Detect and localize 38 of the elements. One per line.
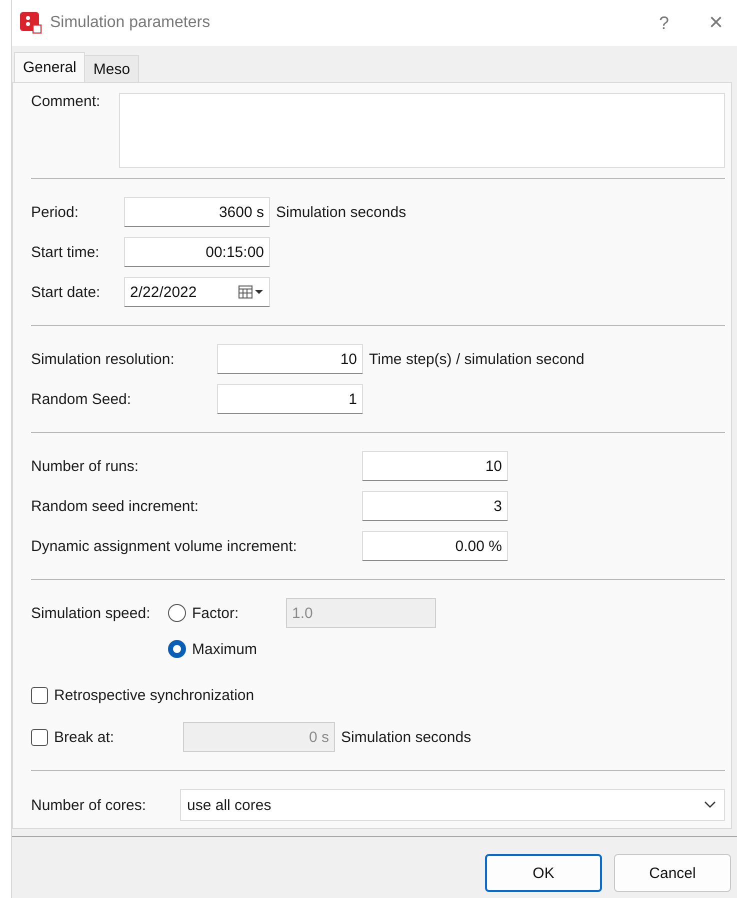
- window-title: Simulation parameters: [50, 14, 212, 32]
- field-label: Number of cores:: [31, 796, 148, 814]
- field-label: Random Seed:: [31, 390, 132, 408]
- text-field[interactable]: 00:15:00: [124, 237, 270, 267]
- field-label: Simulation resolution:: [31, 350, 176, 368]
- text-field[interactable]: 10: [217, 344, 363, 374]
- text-field[interactable]: 0.00 %: [362, 531, 508, 561]
- radio-option[interactable]: Maximum: [168, 640, 258, 658]
- field-label: Comment:: [31, 93, 102, 110]
- text-field[interactable]: 3: [362, 491, 508, 521]
- tab[interactable]: Meso: [84, 55, 140, 82]
- field-label: Random seed increment:: [31, 498, 200, 514]
- date-field[interactable]: 2/22/2022: [124, 277, 270, 307]
- chevron-down-icon: [704, 801, 716, 809]
- text-field[interactable]: 10: [362, 451, 508, 481]
- unit-label: Simulation seconds: [341, 728, 472, 746]
- dialog-button[interactable]: Cancel: [614, 854, 731, 892]
- checkbox-option[interactable]: Break at:: [31, 728, 183, 746]
- app-icon: [20, 12, 42, 34]
- field-label: Simulation speed:: [31, 604, 152, 622]
- checkbox-option[interactable]: Retrospective synchronization: [31, 686, 254, 704]
- cores-dropdown[interactable]: use all cores: [180, 789, 725, 821]
- comment-field[interactable]: [119, 93, 725, 168]
- text-field[interactable]: 3600 s: [124, 197, 270, 227]
- field-label: Start date:: [31, 284, 102, 300]
- field-label: Number of runs:: [31, 458, 140, 474]
- tab[interactable]: General: [14, 52, 86, 82]
- field-label: Dynamic assignment volume increment:: [31, 538, 298, 554]
- radio-option[interactable]: Factor:: [168, 604, 286, 622]
- field-label: Period:: [31, 204, 80, 220]
- help-button[interactable]: ?: [642, 3, 686, 43]
- text-field[interactable]: 1: [217, 384, 363, 414]
- unit-label: Simulation seconds: [276, 204, 406, 220]
- dialog-button[interactable]: OK: [485, 854, 602, 892]
- field-label: Start time:: [31, 244, 100, 260]
- calendar-icon: [238, 285, 264, 299]
- unit-label: Time step(s) / simulation second: [369, 350, 584, 368]
- close-button[interactable]: ×: [694, 3, 737, 43]
